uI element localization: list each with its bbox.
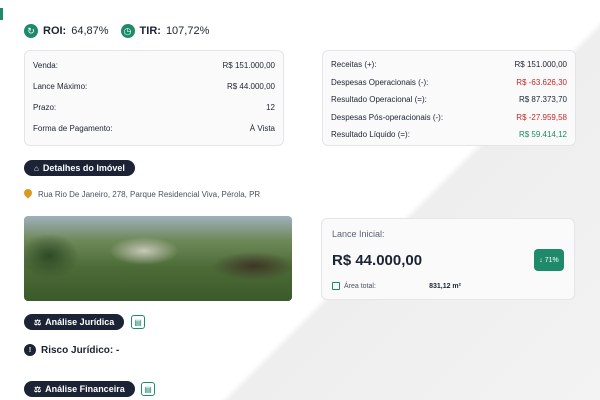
result-label: Despesas Pós-operacionais (-):	[331, 112, 444, 122]
discount-value: 71%	[544, 256, 559, 264]
summary-label: Prazo:	[33, 103, 57, 112]
result-value-positive: R$ 59.414,12	[518, 130, 567, 140]
initial-bid-card: Lance Inicial: R$ 44.000,00 ↓ 71% Área t…	[321, 218, 575, 300]
property-details-tab[interactable]: ⌂ Detalhes do Imóvel	[24, 160, 135, 176]
arrow-down-icon: ↓	[539, 256, 543, 264]
summary-row: Forma de Pagamento: À Vista	[25, 114, 283, 135]
risk-icon: !	[24, 344, 36, 356]
summary-label: Lance Máximo:	[33, 82, 88, 91]
tir-kpi: ◷ TIR: 107,72%	[120, 24, 210, 38]
financial-analysis-tab[interactable]: ⚖ Análise Financeira	[24, 381, 135, 397]
result-value-negative: R$ -63.626,30	[516, 77, 567, 87]
result-value-negative: R$ -27.959,58	[516, 112, 567, 122]
financial-analysis-label: Análise Financeira	[45, 384, 125, 394]
address-row: Rua Rio De Janeiro, 278, Parque Residenc…	[24, 189, 260, 199]
discount-badge: ↓ 71%	[534, 249, 564, 271]
result-row: Resultado Operacional (=): R$ 87.373,70	[323, 91, 575, 109]
roi-value: 64,87%	[71, 25, 109, 37]
edge-accent	[0, 8, 3, 20]
tir-icon: ◷	[120, 24, 135, 38]
summary-row: Lance Máximo: R$ 44.000,00	[25, 72, 283, 93]
summary-value: À Vista	[249, 124, 275, 133]
property-photo[interactable]	[24, 216, 292, 301]
summary-card-right: Receitas (+): R$ 151.000,00 Despesas Ope…	[322, 50, 576, 146]
legal-analysis-tab[interactable]: ⚖ Análise Jurídica	[24, 314, 125, 330]
area-row: Área total: 831,12 m²	[332, 282, 566, 290]
document-icon: ▤	[144, 384, 152, 394]
legal-analysis-label: Análise Jurídica	[45, 317, 115, 327]
document-icon: ▤	[134, 317, 142, 327]
kpi-row: ↻ ROI: 64,87% ◷ TIR: 107,72%	[24, 24, 209, 38]
legal-document-button[interactable]: ▤	[131, 315, 145, 329]
initial-bid-value: R$ 44.000,00	[332, 252, 423, 269]
scale-icon: ⚖	[34, 317, 42, 327]
result-label: Despesas Operacionais (-):	[331, 77, 429, 87]
area-label: Área total:	[344, 282, 376, 290]
result-value: R$ 151.000,00	[514, 60, 568, 70]
area-value: 831,12 m²	[429, 282, 461, 290]
roi-icon: ↻	[24, 24, 38, 38]
roi-label: ROI:	[43, 25, 67, 37]
result-label: Receitas (+):	[331, 60, 377, 70]
summary-row: Prazo: 12	[25, 93, 283, 114]
summary-card-left: Venda: R$ 151.000,00 Lance Máximo: R$ 44…	[24, 50, 284, 146]
summary-label: Venda:	[33, 61, 58, 70]
result-value: R$ 87.373,70	[518, 95, 567, 105]
result-row: Despesas Pós-operacionais (-): R$ -27.95…	[323, 109, 575, 127]
result-row: Resultado Líquido (=): R$ 59.414,12	[323, 126, 575, 144]
scale-icon: ⚖	[34, 384, 42, 394]
summary-value: 12	[266, 103, 275, 112]
map-pin-icon	[24, 189, 32, 199]
roi-kpi: ↻ ROI: 64,87%	[24, 24, 109, 38]
property-details-label: Detalhes do Imóvel	[42, 163, 125, 173]
summary-value: R$ 151.000,00	[222, 61, 276, 70]
address-text: Rua Rio De Janeiro, 278, Parque Residenc…	[38, 189, 261, 199]
summary-label: Forma de Pagamento:	[33, 124, 113, 133]
legal-risk-text: Risco Jurídico: -	[41, 344, 120, 356]
area-icon	[332, 282, 340, 290]
legal-risk-row: ! Risco Jurídico: -	[24, 344, 119, 356]
result-row: Receitas (+): R$ 151.000,00	[323, 56, 575, 74]
financial-document-button[interactable]: ▤	[141, 382, 155, 396]
result-row: Despesas Operacionais (-): R$ -63.626,30	[323, 74, 575, 92]
initial-bid-label: Lance Inicial:	[332, 229, 385, 239]
result-label: Resultado Operacional (=):	[331, 95, 427, 105]
result-label: Resultado Líquido (=):	[331, 130, 410, 140]
tir-value: 107,72%	[165, 25, 210, 37]
summary-row: Venda: R$ 151.000,00	[25, 51, 283, 72]
summary-value: R$ 44.000,00	[226, 82, 275, 91]
tir-label: TIR:	[139, 25, 161, 37]
home-icon: ⌂	[34, 163, 39, 173]
